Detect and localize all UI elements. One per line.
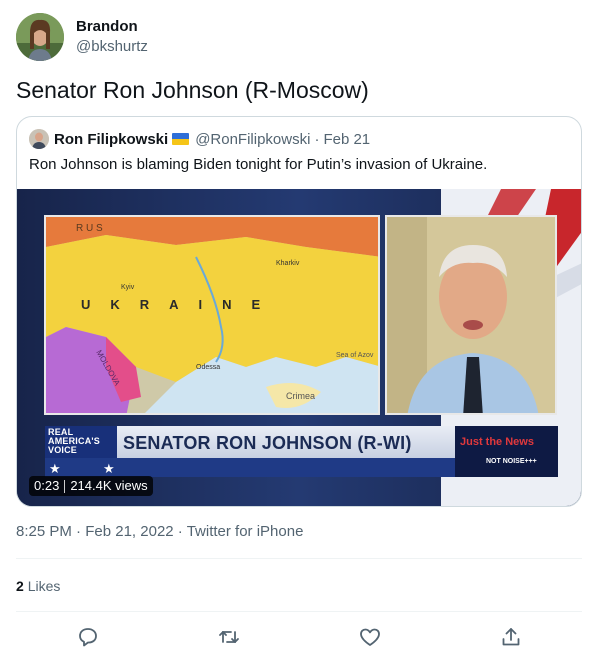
quoted-tweet-header: Ron Filipkowski @RonFilipkowski · Feb 21 (29, 129, 370, 149)
map-label-ukraine: UKRAINE (81, 297, 280, 312)
svg-text:★: ★ (103, 462, 115, 477)
video-views: 214.4K views (70, 478, 148, 493)
network-logo: REAL AMERICA'S VOICE (45, 426, 117, 458)
share-button[interactable] (499, 625, 523, 649)
tweet-time[interactable]: 8:25 PM (16, 523, 72, 540)
speaker-video-feed (385, 215, 557, 415)
avatar-photo-icon (16, 13, 64, 61)
author-display-name[interactable]: Brandon (76, 17, 148, 37)
video-timestamp: 0:23 (34, 478, 60, 493)
author-names: Brandon @bkshurtz (76, 17, 148, 57)
tweet-header: Brandon @bkshurtz (16, 12, 148, 62)
map-label-crimea: Crimea (286, 391, 315, 401)
map-label-kyiv: Kyiv (121, 284, 135, 291)
network-line-3: VOICE (48, 445, 78, 455)
quoted-avatar-photo-icon (29, 129, 49, 149)
reply-icon (79, 628, 97, 647)
quoted-author-handle[interactable]: @RonFilipkowski (195, 131, 310, 148)
like-count: 2 (16, 578, 24, 594)
quoted-separator: · (314, 130, 320, 148)
meta-separator-2: · (177, 523, 187, 540)
tweet-date[interactable]: Feb 21, 2022 (85, 523, 173, 540)
chyron-star-bar: ★ ★ (45, 458, 455, 477)
news-bug-title: Just the News (460, 436, 534, 448)
map-label-sea-of-azov: Sea of Azov (336, 352, 374, 359)
likes-stat[interactable]: 2 Likes (16, 576, 60, 596)
retweet-icon (219, 631, 239, 643)
likes-label: Likes (27, 578, 61, 594)
chyron-lower-third: REAL AMERICA'S VOICE SENATOR RON JOHNSON… (45, 426, 558, 477)
news-bug-tagline: NOT NOISE+++ (486, 458, 537, 465)
author-avatar[interactable] (16, 13, 64, 61)
reply-button[interactable] (76, 625, 100, 649)
meta-separator-1: · (76, 523, 86, 540)
map-graphic: R U S Kyiv Kharkiv Odessa Crimea Sea of … (46, 217, 378, 413)
quoted-tweet[interactable]: Ron Filipkowski @RonFilipkowski · Feb 21… (16, 116, 582, 507)
ukraine-flag-icon (172, 133, 190, 145)
chyron-name-bar: SENATOR RON JOHNSON (R-WI) (117, 426, 455, 458)
quoted-author-avatar[interactable] (29, 129, 49, 149)
tweet-action-bar (16, 622, 582, 652)
tweet-source[interactable]: Twitter for iPhone (187, 523, 304, 540)
ukraine-map: R U S Kyiv Kharkiv Odessa Crimea Sea of … (44, 215, 380, 415)
divider-top (16, 558, 582, 559)
badge-divider (64, 480, 66, 493)
video-info-badge: 0:23 214.4K views (29, 476, 153, 496)
network-logo-text: REAL AMERICA'S VOICE (48, 428, 116, 455)
quoted-author-name[interactable]: Ron Filipkowski (54, 131, 168, 148)
divider-bottom (16, 611, 582, 612)
map-label-russia: R U S (76, 223, 103, 234)
retweet-button[interactable] (217, 625, 241, 649)
author-handle[interactable]: @bkshurtz (76, 37, 148, 57)
map-label-kharkiv: Kharkiv (276, 260, 300, 267)
speaker-photo-icon (387, 217, 555, 413)
chyron-text: SENATOR RON JOHNSON (R-WI) (123, 433, 412, 453)
video-player[interactable]: R U S Kyiv Kharkiv Odessa Crimea Sea of … (17, 189, 581, 506)
stars-decoration-icon: ★ ★ (49, 462, 115, 477)
tweet-text: Senator Ron Johnson (R-Moscow) (16, 77, 369, 103)
like-icon (360, 628, 380, 646)
svg-text:★: ★ (49, 462, 61, 477)
tweet-meta: 8:25 PM · Feb 21, 2022 · Twitter for iPh… (16, 522, 303, 542)
share-icon (502, 628, 520, 646)
map-label-odessa: Odessa (196, 364, 220, 371)
like-button[interactable] (358, 625, 382, 649)
quoted-date[interactable]: Feb 21 (323, 131, 370, 148)
news-bug: Just the News NOT NOISE+++ (455, 426, 558, 477)
quoted-tweet-text: Ron Johnson is blaming Biden tonight for… (29, 156, 488, 173)
